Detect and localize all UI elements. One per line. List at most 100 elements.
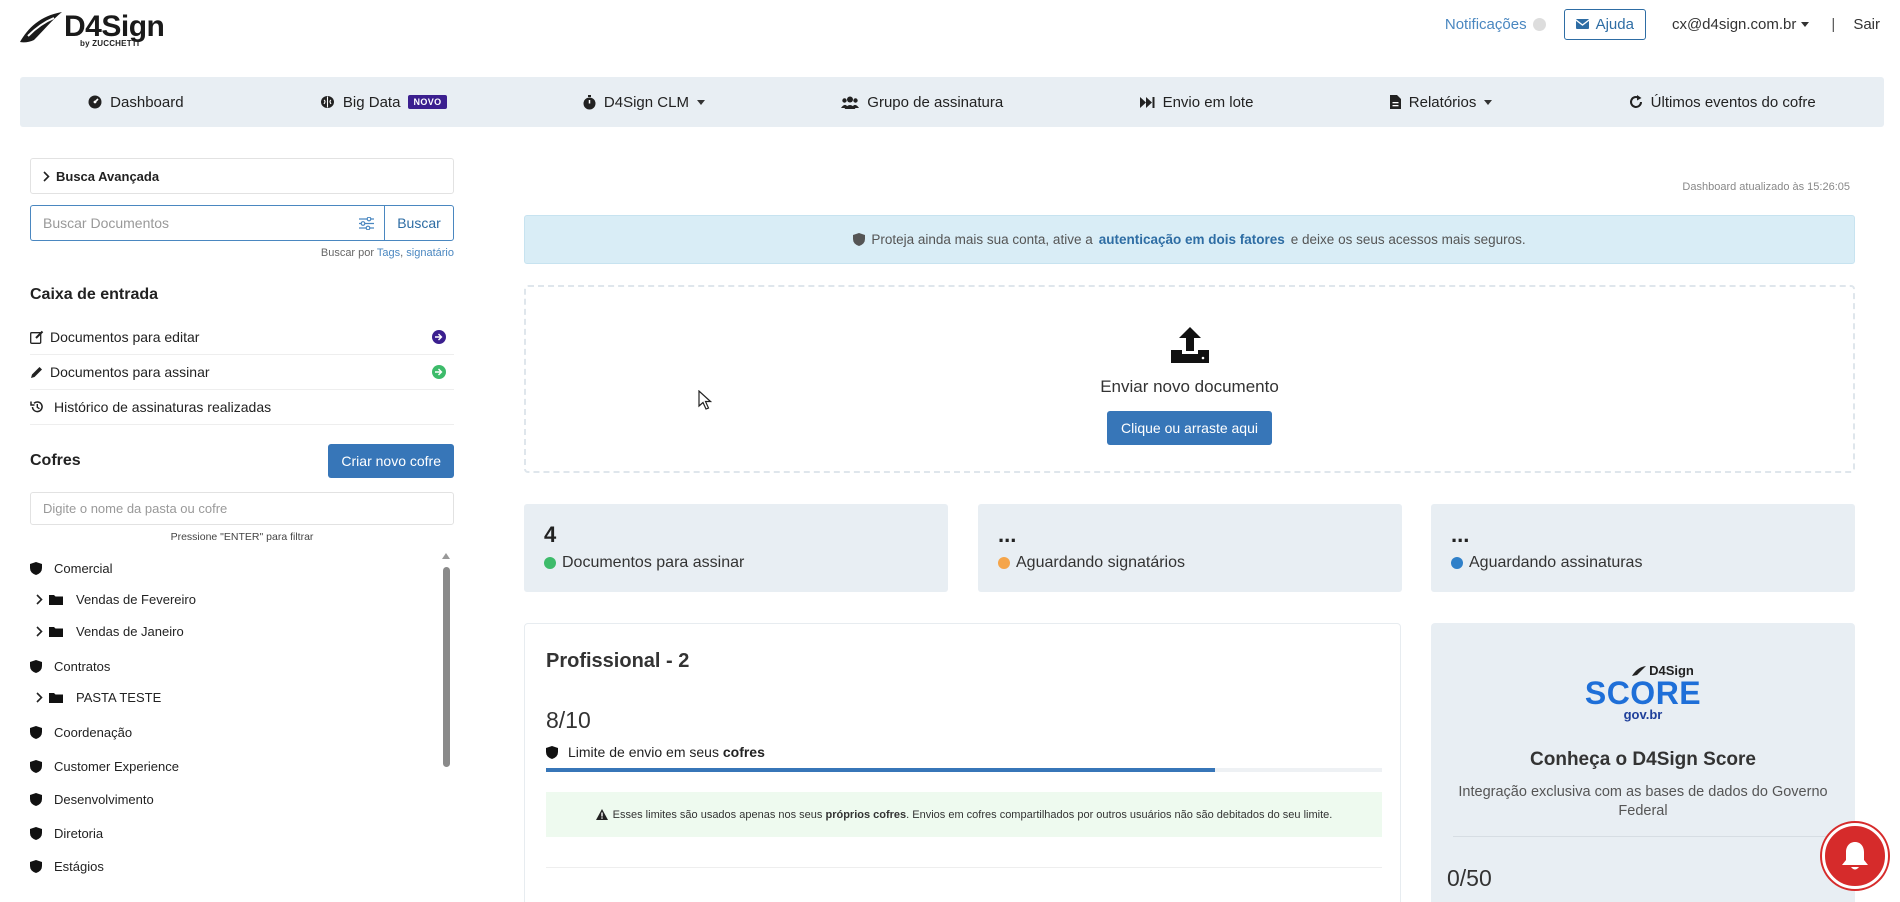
upload-button[interactable]: Clique ou arraste aqui xyxy=(1107,411,1272,445)
chevron-right-icon[interactable] xyxy=(36,594,43,605)
d4sign-logo[interactable]: D4Sign by ZUCCHETTI xyxy=(18,6,165,48)
plan-limit-note: Esses limites são usados apenas nos seus… xyxy=(546,792,1382,837)
plan-progress-bar xyxy=(546,768,1382,772)
upload-dropzone[interactable]: Enviar novo documento Clique ou arraste … xyxy=(524,285,1855,473)
search-button[interactable]: Buscar xyxy=(384,205,454,241)
folder-icon xyxy=(49,627,63,637)
inbox-item-edit[interactable]: Documentos para editar xyxy=(30,320,454,355)
status-dot xyxy=(998,557,1010,569)
document-search: Buscar Documentos Buscar xyxy=(30,205,454,241)
search-placeholder: Buscar Documentos xyxy=(43,215,170,231)
vault-filter-input[interactable]: Digite o nome da pasta ou cofre xyxy=(30,492,454,525)
stat-awaiting-signatures[interactable]: ... Aguardando assinaturas xyxy=(1431,504,1855,592)
main-nav: Dashboard Big Data NOVO D4Sign CLM Grupo… xyxy=(20,77,1884,127)
sidebar: Busca Avançada Buscar Documentos Buscar … xyxy=(30,158,454,878)
vault-label: Contratos xyxy=(54,659,111,674)
score-count: 0/50 xyxy=(1447,865,1492,891)
upload-icon xyxy=(1170,327,1209,363)
search-hint-signer-link[interactable]: signatário xyxy=(406,247,454,259)
score-title: Conheça o D4Sign Score xyxy=(1530,749,1756,770)
vault-label: Desenvolvimento xyxy=(54,792,154,807)
plan-card: Profissional - 2 8/10 Limite de envio em… xyxy=(524,623,1401,902)
nav-reports[interactable]: Relatórios xyxy=(1389,94,1493,111)
chevron-right-icon xyxy=(43,170,50,182)
search-hint: Buscar por Tags, signatário xyxy=(30,247,454,259)
two-factor-link[interactable]: autenticação em dois fatores xyxy=(1099,232,1285,247)
stat-docs-to-sign[interactable]: 4 Documentos para assinar xyxy=(524,504,948,592)
notification-bell-button[interactable] xyxy=(1822,823,1888,889)
vault-item[interactable]: Customer Experience xyxy=(30,759,179,774)
vault-item[interactable]: Comercial xyxy=(30,561,113,576)
plan-limit-bold: cofres xyxy=(722,744,765,760)
score-logo-big: SCORE xyxy=(1584,675,1702,711)
plan-note-suffix: . Envios em cofres compartilhados por ou… xyxy=(906,808,1333,821)
stat-label: Aguardando assinaturas xyxy=(1469,554,1643,571)
chevron-down-icon xyxy=(1484,99,1493,105)
nav-vault-events-label: Últimos eventos do cofre xyxy=(1650,93,1816,111)
vault-item[interactable]: Estágios xyxy=(30,859,104,874)
shield-icon xyxy=(30,827,42,840)
vault-item[interactable]: Diretoria xyxy=(30,826,103,841)
chevron-right-icon[interactable] xyxy=(36,626,43,637)
scroll-up-arrow[interactable] xyxy=(442,553,450,559)
vault-filter-placeholder: Digite o nome da pasta ou cofre xyxy=(43,501,228,516)
sliders-icon[interactable] xyxy=(359,216,374,230)
warning-icon xyxy=(595,809,608,820)
inbox-item-history[interactable]: Histórico de assinaturas realizadas xyxy=(30,390,454,425)
inbox-item-sign[interactable]: Documentos para assinar xyxy=(30,355,454,390)
notifications-link[interactable]: Notificações xyxy=(1445,16,1546,33)
vault-label: Diretoria xyxy=(54,826,104,841)
folder-item[interactable]: Vendas de Janeiro xyxy=(36,624,184,639)
vault-item[interactable]: Contratos xyxy=(30,659,110,674)
vault-item[interactable]: Coordenação xyxy=(30,725,132,740)
logout-link[interactable]: Sair xyxy=(1853,16,1880,33)
two-factor-alert: Proteja ainda mais sua conta, ative a au… xyxy=(524,215,1855,264)
arrow-right-icon[interactable] xyxy=(432,365,446,379)
stat-label: Aguardando signatários xyxy=(1016,554,1186,571)
chevron-down-icon xyxy=(1801,21,1810,27)
search-hint-tags-link[interactable]: Tags xyxy=(377,247,400,259)
folder-item[interactable]: Vendas de Fevereiro xyxy=(36,592,196,607)
nav-big-data[interactable]: Big Data NOVO xyxy=(320,94,447,111)
vault-label: Coordenação xyxy=(54,725,133,740)
nav-signature-group[interactable]: Grupo de assinatura xyxy=(841,94,1003,111)
bell-icon xyxy=(1842,842,1868,870)
nav-batch-send[interactable]: Envio em lote xyxy=(1139,94,1253,111)
fast-forward-icon xyxy=(1139,96,1155,108)
vault-tree-scrollbar[interactable] xyxy=(440,553,450,771)
scroll-thumb[interactable] xyxy=(443,567,450,767)
file-report-icon xyxy=(1389,95,1401,109)
shield-icon xyxy=(30,660,42,673)
search-input[interactable]: Buscar Documentos xyxy=(30,205,384,241)
vault-item[interactable]: Desenvolvimento xyxy=(30,792,154,807)
create-vault-button[interactable]: Criar novo cofre xyxy=(328,444,454,478)
nav-vault-events[interactable]: Últimos eventos do cofre xyxy=(1629,94,1816,111)
stat-awaiting-signers[interactable]: ... Aguardando signatários xyxy=(978,504,1402,592)
dashboard-updated-time: Dashboard atualizado às 15:26:05 xyxy=(1682,181,1850,193)
arrow-right-icon[interactable] xyxy=(432,330,446,344)
nav-dashboard[interactable]: Dashboard xyxy=(88,94,184,111)
chevron-right-icon[interactable] xyxy=(36,692,43,703)
help-button[interactable]: Ajuda xyxy=(1563,8,1646,40)
user-menu[interactable]: cx@d4sign.com.br xyxy=(1672,16,1810,33)
shield-icon xyxy=(30,726,42,739)
status-dot xyxy=(1451,557,1463,569)
folder-item[interactable]: PASTA TESTE xyxy=(36,690,161,705)
score-divider xyxy=(1453,836,1833,837)
logo-leaf-icon xyxy=(20,12,62,43)
vault-tree: Comercial Vendas de Fevereiro Vendas de … xyxy=(30,553,454,878)
brain-icon xyxy=(320,96,334,108)
folder-label: PASTA TESTE xyxy=(76,690,162,705)
folder-icon xyxy=(49,595,63,605)
shield-icon xyxy=(30,793,42,806)
advanced-search-toggle[interactable]: Busca Avançada xyxy=(30,158,454,194)
alert-suffix: e deixe os seus acessos mais seguros. xyxy=(1290,232,1526,247)
shield-icon xyxy=(30,860,42,873)
nav-d4sign-clm[interactable]: D4Sign CLM xyxy=(583,94,705,111)
d4sign-score-logo[interactable]: D4Sign SCORE gov.br xyxy=(1431,663,1855,729)
stat-value: ... xyxy=(998,522,1017,547)
users-icon xyxy=(841,96,860,109)
folder-label: Vendas de Janeiro xyxy=(76,624,184,639)
inbox-title: Caixa de entrada xyxy=(30,286,159,303)
inbox-item-label: Documentos para assinar xyxy=(50,364,210,380)
